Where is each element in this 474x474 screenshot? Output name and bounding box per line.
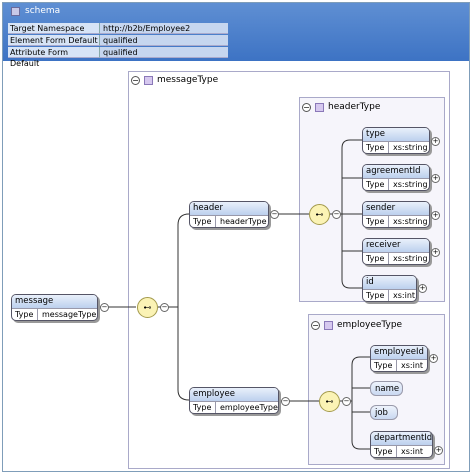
expand-icon[interactable]: + — [431, 211, 440, 220]
collapse-icon[interactable]: − — [281, 397, 290, 406]
expand-icon[interactable]: + — [431, 137, 440, 146]
collapse-icon[interactable]: − — [342, 397, 351, 406]
element-type-row: Type employeeType — [190, 402, 278, 413]
element-name: sender — [363, 202, 429, 216]
expand-icon[interactable]: + — [434, 446, 443, 455]
expand-icon[interactable]: + — [418, 284, 427, 293]
type-key: Type — [371, 360, 397, 371]
element-name: departmentId — [371, 432, 432, 446]
collapse-icon[interactable]: − — [332, 210, 341, 219]
element-departmentId[interactable]: departmentId Type xs:int — [370, 431, 433, 458]
element-name: id — [363, 276, 416, 290]
element-name: employeeId — [371, 346, 427, 360]
type-value: xs:string — [393, 217, 428, 226]
element-name: type — [363, 128, 429, 142]
type-value: xs:int — [401, 361, 424, 370]
type-value: employeeType — [220, 403, 278, 412]
collapse-icon[interactable]: − — [100, 303, 109, 312]
element-receiver[interactable]: receiver Type xs:string — [362, 238, 430, 265]
type-value: xs:string — [393, 143, 428, 152]
type-value: xs:string — [393, 254, 428, 263]
expand-icon[interactable]: + — [431, 174, 440, 183]
element-type-row: Type xs:int — [363, 290, 416, 301]
type-key: Type — [190, 402, 216, 413]
type-key: Type — [12, 309, 38, 320]
element-type-row: Type xs:int — [371, 446, 432, 457]
element-type-row: Type xs:string — [363, 253, 429, 264]
element-type-row: Type xs:int — [371, 360, 427, 371]
element-name: receiver — [363, 239, 429, 253]
expand-icon[interactable]: + — [429, 354, 438, 363]
type-key: Type — [363, 179, 389, 190]
type-value: xs:int — [401, 447, 424, 456]
type-value: headerType — [220, 217, 267, 226]
element-agreementId[interactable]: agreementId Type xs:string — [362, 164, 430, 191]
element-employee[interactable]: employee Type employeeType — [189, 387, 279, 414]
element-header[interactable]: header Type headerType — [189, 201, 269, 228]
type-key: Type — [363, 216, 389, 227]
element-employeeId[interactable]: employeeId Type xs:int — [370, 345, 428, 372]
element-name: agreementId — [363, 165, 429, 179]
type-key: Type — [363, 290, 389, 301]
element-name: employee — [190, 388, 278, 402]
element-name: message — [12, 295, 97, 309]
element-job[interactable]: job — [370, 405, 398, 420]
expand-icon[interactable]: + — [431, 248, 440, 257]
sequence-compositor-icon[interactable]: ⊷ — [137, 297, 158, 318]
type-key: Type — [363, 253, 389, 264]
type-value: xs:int — [393, 291, 416, 300]
element-type-row: Type xs:string — [363, 142, 429, 153]
element-type-row: Type headerType — [190, 216, 268, 227]
element-name: header — [190, 202, 268, 216]
collapse-icon[interactable]: − — [160, 303, 169, 312]
type-key: Type — [190, 216, 216, 227]
element-message[interactable]: message Type messageType — [11, 294, 98, 321]
element-type-row: Type xs:string — [363, 216, 429, 227]
element-type-row: Type xs:string — [363, 179, 429, 190]
type-key: Type — [371, 446, 397, 457]
sequence-compositor-icon[interactable]: ⊷ — [319, 391, 340, 412]
element-id[interactable]: id Type xs:int — [362, 275, 417, 302]
type-key: Type — [363, 142, 389, 153]
type-value: xs:string — [393, 180, 428, 189]
type-value: messageType — [42, 310, 97, 319]
element-name-field[interactable]: name — [370, 381, 403, 396]
element-type-row: Type messageType — [12, 309, 97, 320]
sequence-compositor-icon[interactable]: ⊷ — [309, 204, 330, 225]
element-type[interactable]: type Type xs:string — [362, 127, 430, 154]
element-sender[interactable]: sender Type xs:string — [362, 201, 430, 228]
collapse-icon[interactable]: − — [270, 210, 279, 219]
